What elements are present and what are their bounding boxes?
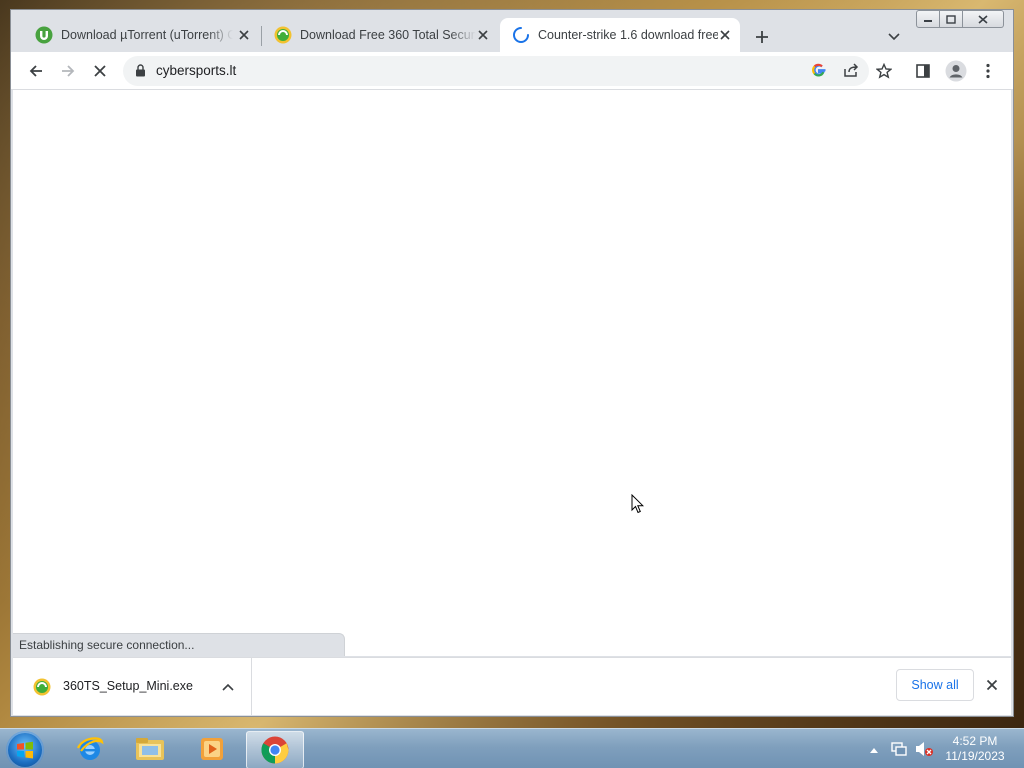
page-content: Establishing secure connection... bbox=[13, 90, 1011, 656]
clock-date: 11/19/2023 bbox=[945, 749, 1005, 763]
close-tab-icon[interactable] bbox=[235, 26, 253, 44]
mouse-cursor-icon bbox=[631, 493, 645, 517]
forward-button[interactable] bbox=[55, 58, 81, 84]
chevron-down-icon bbox=[888, 33, 900, 41]
utorrent-icon bbox=[35, 26, 53, 44]
start-button[interactable] bbox=[6, 731, 44, 768]
network-icon[interactable] bbox=[890, 740, 908, 761]
close-tab-icon[interactable] bbox=[474, 26, 492, 44]
close-window-button[interactable] bbox=[963, 10, 1004, 28]
side-panel-icon bbox=[916, 64, 930, 78]
windows-logo-icon bbox=[17, 741, 33, 759]
tab-360-total-security[interactable]: Download Free 360 Total Security bbox=[262, 18, 498, 52]
tab-title: Counter-strike 1.6 download free bbox=[538, 28, 718, 42]
menu-button[interactable] bbox=[975, 58, 1001, 84]
chevron-up-icon[interactable] bbox=[218, 677, 238, 697]
close-shelf-button[interactable] bbox=[982, 675, 1002, 695]
profile-button[interactable] bbox=[943, 58, 969, 84]
volume-muted-icon[interactable] bbox=[914, 740, 934, 761]
address-bar[interactable]: cybersports.lt bbox=[123, 56, 869, 86]
close-tab-icon[interactable] bbox=[716, 26, 734, 44]
media-player-icon[interactable] bbox=[184, 731, 240, 767]
minimize-button[interactable] bbox=[916, 10, 940, 28]
lock-icon[interactable] bbox=[135, 64, 146, 80]
more-vertical-icon bbox=[986, 63, 990, 79]
clock-time: 4:52 PM bbox=[952, 734, 998, 748]
windows-explorer-icon[interactable] bbox=[122, 731, 178, 767]
side-panel-button[interactable] bbox=[910, 58, 936, 84]
tab-search-button[interactable] bbox=[883, 26, 905, 48]
show-all-button[interactable]: Show all bbox=[896, 669, 974, 701]
new-tab-button[interactable] bbox=[751, 26, 773, 48]
internet-explorer-icon[interactable] bbox=[62, 731, 118, 767]
download-item[interactable]: 360TS_Setup_Mini.exe bbox=[13, 658, 252, 715]
show-hidden-icons-arrow[interactable] bbox=[869, 743, 879, 757]
status-text: Establishing secure connection... bbox=[19, 638, 195, 652]
arrow-left-icon bbox=[29, 65, 42, 77]
back-button[interactable] bbox=[23, 58, 49, 84]
360-security-icon bbox=[33, 678, 51, 696]
360-security-icon bbox=[274, 26, 292, 44]
close-icon bbox=[986, 679, 998, 691]
download-filename: 360TS_Setup_Mini.exe bbox=[63, 679, 193, 693]
tab-counter-strike[interactable]: Counter-strike 1.6 download free bbox=[500, 18, 740, 52]
arrow-right-icon bbox=[62, 65, 75, 77]
plus-icon bbox=[756, 31, 768, 43]
browser-toolbar: cybersports.lt bbox=[11, 52, 1013, 90]
system-clock[interactable]: 4:52 PM 11/19/2023 bbox=[940, 734, 1010, 764]
profile-avatar-icon bbox=[945, 60, 967, 82]
close-icon bbox=[94, 65, 106, 77]
tab-strip: Download µTorrent (uTorrent) Cl Download… bbox=[11, 10, 1013, 56]
restore-button[interactable] bbox=[940, 10, 963, 28]
star-icon bbox=[876, 63, 892, 79]
window-controls bbox=[916, 10, 1004, 28]
tab-utorrent[interactable]: Download µTorrent (uTorrent) Cl bbox=[23, 18, 259, 52]
taskbar: 4:52 PM 11/19/2023 bbox=[0, 728, 1024, 768]
tab-title: Download Free 360 Total Security bbox=[300, 28, 476, 42]
browser-window: Download µTorrent (uTorrent) Cl Download… bbox=[11, 10, 1013, 716]
url-text: cybersports.lt bbox=[156, 63, 237, 78]
status-bubble: Establishing secure connection... bbox=[13, 633, 345, 656]
bookmark-button[interactable] bbox=[871, 58, 897, 84]
google-lens-icon[interactable] bbox=[811, 62, 827, 81]
share-icon[interactable] bbox=[843, 62, 859, 81]
stop-loading-button[interactable] bbox=[87, 58, 113, 84]
tab-title: Download µTorrent (uTorrent) Cl bbox=[61, 28, 233, 42]
loading-spinner-icon bbox=[512, 26, 530, 44]
download-shelf: 360TS_Setup_Mini.exe Show all bbox=[13, 657, 1011, 715]
chrome-icon[interactable] bbox=[246, 731, 304, 768]
